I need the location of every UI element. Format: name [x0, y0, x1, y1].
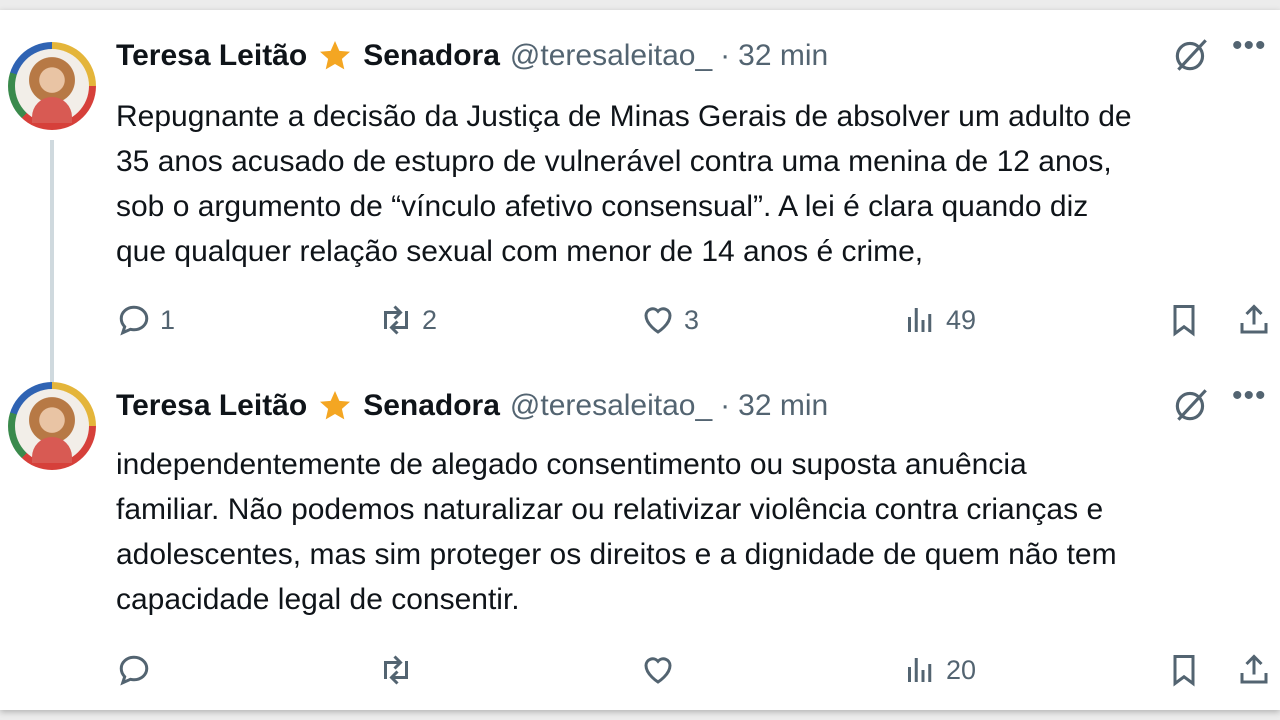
share-icon	[1240, 304, 1268, 334]
bookmark-icon	[1173, 305, 1195, 337]
share-button[interactable]	[1236, 300, 1272, 340]
view-count: 49	[946, 304, 977, 335]
views-icon	[908, 308, 932, 332]
tweet-text-line: adolescentes, mas sim proteger os direit…	[116, 538, 1117, 571]
repost-icon	[384, 655, 408, 685]
views-icon	[908, 658, 932, 682]
tweet-header: Teresa Leitão Senadora @teresaleitao_ · …	[116, 36, 828, 76]
tweet-text-line: sob o argumento de “vínculo afetivo cons…	[116, 190, 1089, 223]
heart-icon	[644, 307, 672, 334]
repost-count: 2	[422, 304, 438, 335]
thread-connector-line	[50, 140, 54, 385]
like-button[interactable]: 3	[640, 300, 699, 340]
tweet-text-line: Repugnante a decisão da Justiça de Minas…	[116, 100, 1132, 133]
bookmark-icon	[1173, 655, 1195, 687]
tweet-text-line: 35 anos acusado de estupro de vulnerável…	[116, 145, 1112, 178]
more-icon[interactable]: •••	[1232, 381, 1267, 411]
repost-button[interactable]	[378, 650, 422, 690]
repost-icon	[384, 305, 408, 335]
author-name[interactable]: Teresa Leitão	[116, 389, 307, 423]
bookmark-button[interactable]	[1166, 650, 1202, 690]
separator-dot: ·	[720, 389, 731, 422]
separator-dot: ·	[720, 39, 731, 72]
grok-icon[interactable]	[1170, 384, 1212, 426]
author-handle[interactable]: @teresaleitao_	[510, 389, 712, 423]
star-icon	[320, 391, 351, 420]
tweet-text-line: familiar. Não podemos naturalizar ou rel…	[116, 493, 1104, 526]
avatar[interactable]	[8, 42, 96, 130]
tweet-text: Repugnante a decisão da Justiça de Minas…	[116, 94, 1276, 274]
timestamp[interactable]: 32 min	[738, 389, 828, 423]
views-button[interactable]: 20	[902, 650, 976, 690]
reply-count: 1	[160, 304, 176, 335]
reply-button[interactable]: 1	[116, 300, 175, 340]
author-title: Senadora	[363, 389, 500, 422]
reply-icon	[119, 655, 149, 686]
author-title: Senadora	[363, 39, 500, 72]
share-icon	[1240, 654, 1268, 684]
views-button[interactable]: 49	[902, 300, 976, 340]
tweet-text: independentemente de alegado consentimen…	[116, 442, 1276, 622]
timestamp[interactable]: 32 min	[738, 39, 828, 73]
repost-button[interactable]: 2	[378, 300, 437, 340]
star-icon	[320, 41, 351, 70]
tweet-text-line: independentemente de alegado consentimen…	[116, 448, 1027, 481]
like-count: 3	[684, 304, 700, 335]
grok-icon[interactable]	[1170, 34, 1212, 76]
avatar[interactable]	[8, 382, 96, 470]
tweet-text-line: capacidade legal de consentir.	[116, 583, 520, 616]
like-button[interactable]	[640, 650, 684, 690]
more-icon[interactable]: •••	[1232, 31, 1267, 61]
view-count: 20	[946, 654, 977, 685]
author-handle[interactable]: @teresaleitao_	[510, 39, 712, 73]
reply-button[interactable]	[116, 650, 160, 690]
avatar-photo	[15, 389, 89, 463]
tweet-actions: 20	[0, 650, 1280, 690]
bookmark-button[interactable]	[1166, 300, 1202, 340]
tweet-text-line: que qualquer relação sexual com menor de…	[116, 235, 924, 268]
tweet-header: Teresa Leitão Senadora @teresaleitao_ · …	[116, 386, 828, 426]
tweet-actions: 1 2 3 49	[0, 300, 1280, 340]
share-button[interactable]	[1236, 650, 1272, 690]
heart-icon	[644, 657, 672, 684]
avatar-photo	[15, 49, 89, 123]
thread-card: Teresa Leitão Senadora @teresaleitao_ · …	[0, 10, 1280, 710]
author-name[interactable]: Teresa Leitão	[116, 39, 307, 73]
reply-icon	[119, 305, 149, 336]
